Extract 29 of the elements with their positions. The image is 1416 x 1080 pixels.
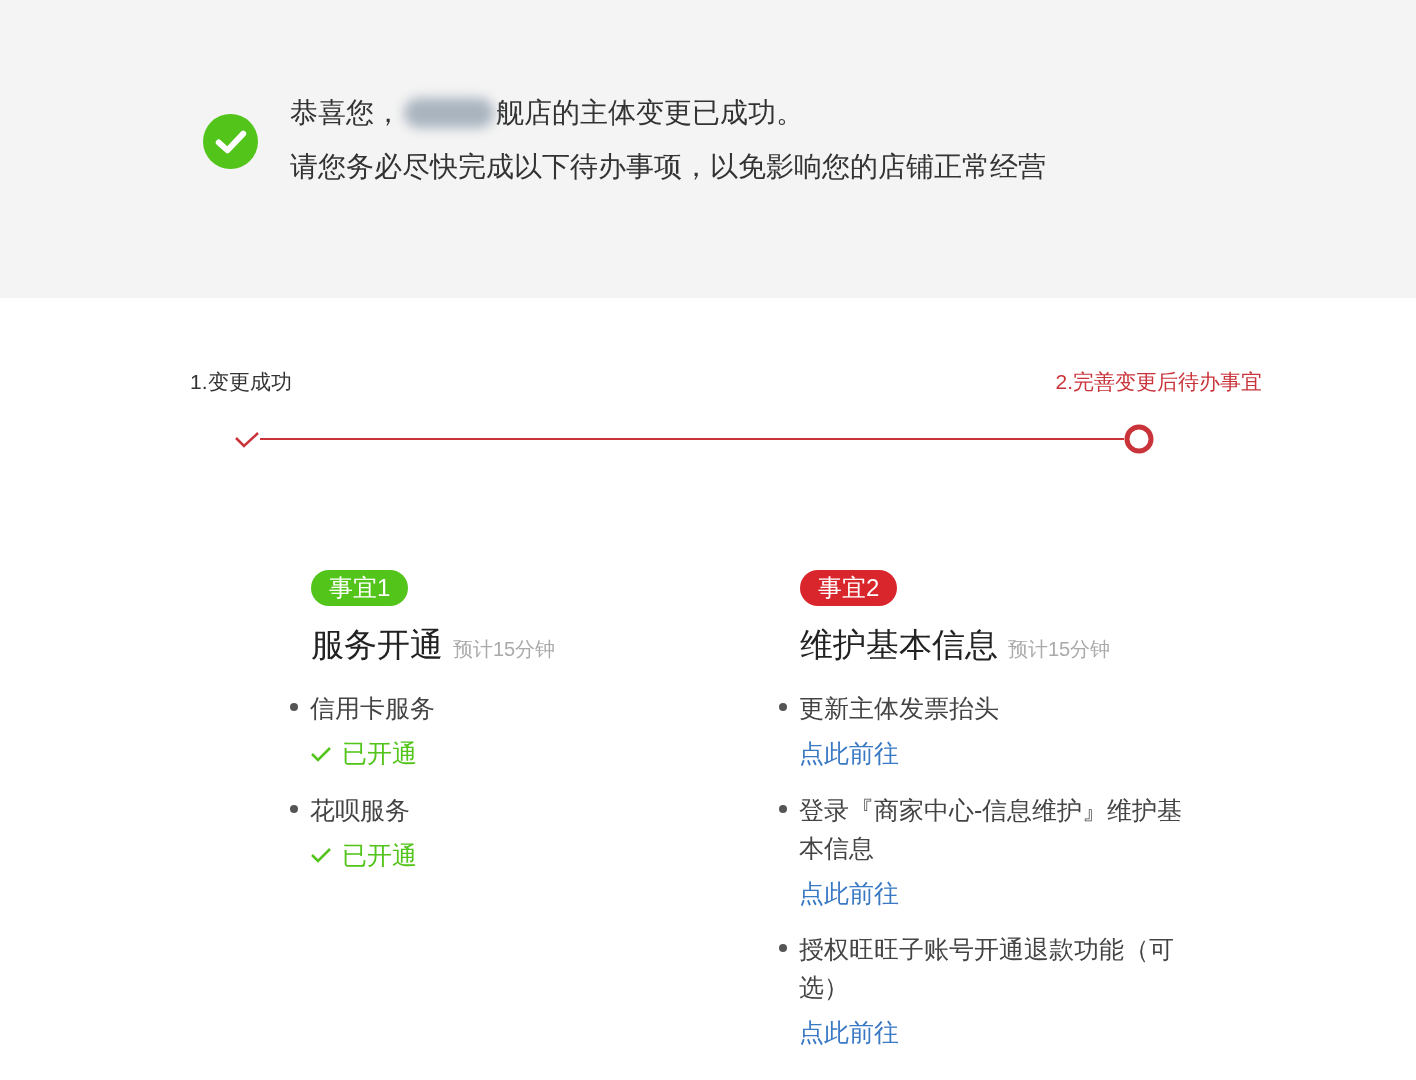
bullet-icon [290,703,298,711]
status-text: 已开通 [342,839,417,871]
bullet-icon [779,944,787,952]
task-title: 维护基本信息 [800,624,998,665]
task-item-text: 授权旺旺子账号开通退款功能（可选） [799,934,1175,1003]
task-item-text: 更新主体发票抬头 [799,693,1000,724]
success-check-icon [203,114,258,169]
check-icon [310,744,332,763]
go-link[interactable]: 点此前往 [799,735,899,773]
bullet-icon [779,703,787,711]
task-item-text: 登录『商家中心-信息维护』维护基本信息 [799,794,1184,864]
instruction-text: 请您务必尽快完成以下待办事项，以免影响您的店铺正常经营 [290,150,1046,184]
task-badge: 事宜2 [800,569,898,606]
step-label: 2.完善变更后待办事宜 [1055,369,1262,395]
task-title: 服务开通 [311,624,443,665]
bullet-icon [290,804,298,813]
greeting-text: 舰店的主体变更已成功。 [496,96,804,130]
status-text: 已开通 [342,738,417,769]
greeting-text: 恭喜您， [290,96,402,130]
step-label: 1.变更成功 [190,369,292,395]
go-link[interactable]: 点此前往 [799,874,899,912]
check-icon [310,846,332,865]
task-badge: 事宜1 [311,569,409,606]
bullet-icon [779,804,787,813]
go-link[interactable]: 点此前往 [799,1014,899,1052]
time-estimate: 预计15分钟 [453,636,556,662]
task-item-text: 信用卡服务 [310,693,436,724]
time-estimate: 预计15分钟 [1008,636,1111,662]
task-item-text: 花呗服务 [310,794,411,826]
